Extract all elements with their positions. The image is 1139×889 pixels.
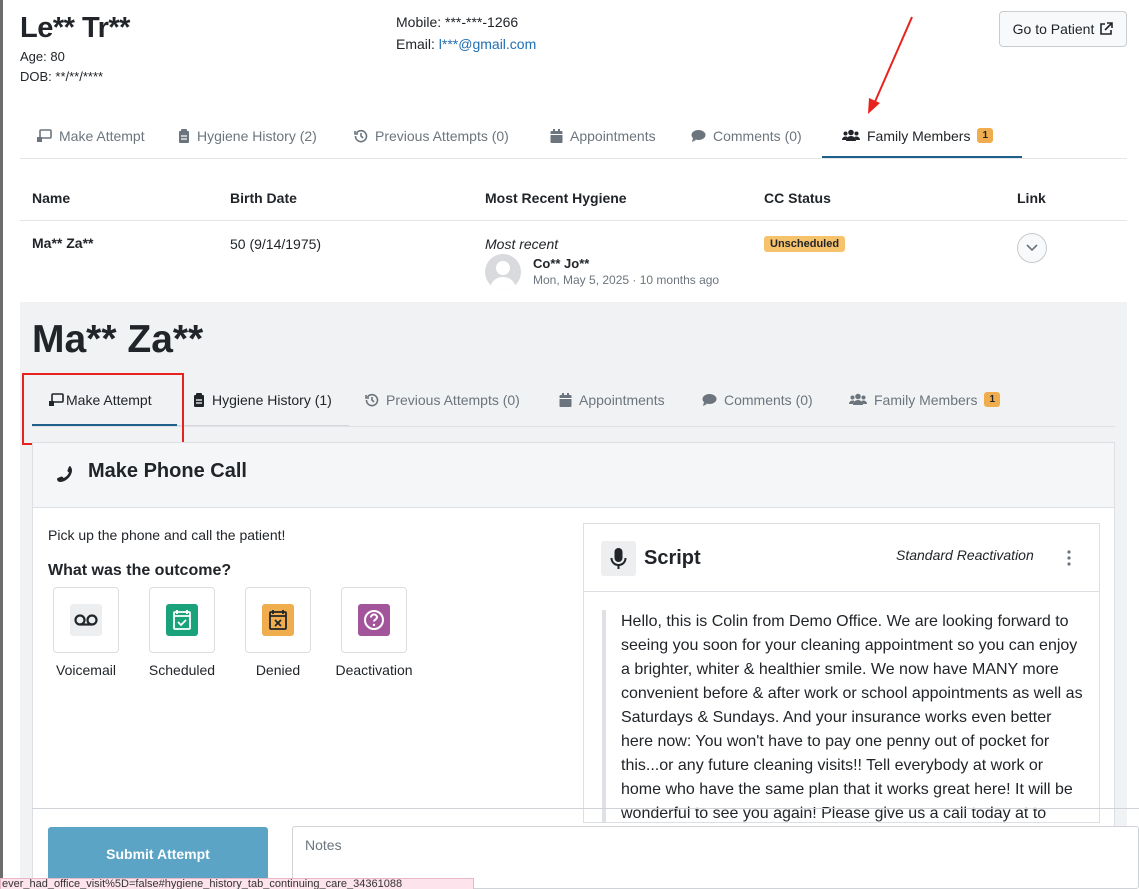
phone-desk-icon — [37, 128, 52, 142]
column-header-name[interactable]: Name — [32, 190, 70, 206]
column-header-cc-status[interactable]: CC Status — [764, 190, 831, 206]
patient-tabs: Make Attempt Hygiene History (2) Previou… — [36, 112, 1022, 159]
tab-comments[interactable]: Comments (0) — [686, 372, 833, 427]
tab-label: Hygiene History (1) — [212, 391, 332, 408]
hygiene-provider: Co** Jo** — [533, 256, 590, 271]
tab-appointments[interactable]: Appointments — [543, 372, 686, 427]
hygiene-label: Most recent — [485, 236, 559, 252]
family-member-birth-date: 50 (9/14/1975) — [230, 236, 322, 252]
patient-email: Email: l***@gmail.com — [396, 36, 536, 52]
column-header-link: Link — [1017, 190, 1046, 206]
column-header-birth-date[interactable]: Birth Date — [230, 190, 297, 206]
phone-icon — [57, 466, 72, 482]
family-count-badge: 1 — [984, 392, 1001, 407]
email-label: Email: — [396, 36, 439, 52]
clipboard-icon — [194, 392, 204, 407]
tabs-divider — [20, 158, 1127, 159]
detail-member-name: Ma** Za** — [32, 318, 204, 361]
question-icon — [358, 604, 390, 636]
tab-make-attempt[interactable]: Make Attempt — [36, 112, 178, 159]
tab-label: Make Attempt — [59, 127, 145, 144]
history-icon — [365, 393, 379, 406]
annotation-highlight-box — [22, 373, 184, 445]
tab-label: Hygiene History (2) — [197, 127, 317, 144]
tab-family-members[interactable]: Family Members 1 — [822, 112, 1022, 159]
go-to-patient-button[interactable]: Go to Patient — [999, 11, 1127, 47]
tab-comments[interactable]: Comments (0) — [691, 112, 838, 159]
status-url-bar: ever_had_office_visit%5D=false#hygiene_h… — [0, 878, 474, 889]
script-menu-button[interactable] — [1061, 548, 1077, 568]
patient-age: Age: 80 — [20, 49, 65, 64]
family-member-name: Ma** Za** — [32, 235, 94, 251]
outcome-voicemail-button[interactable] — [53, 587, 119, 653]
microphone-icon — [601, 541, 636, 576]
script-panel: Script Standard Reactivation Hello, this… — [583, 523, 1100, 823]
outcome-deactivation-button[interactable] — [341, 587, 407, 653]
go-to-patient-label: Go to Patient — [1012, 21, 1095, 37]
script-header: Script Standard Reactivation — [584, 524, 1099, 592]
voicemail-icon — [70, 604, 102, 636]
kebab-menu-icon — [1067, 550, 1071, 566]
notes-placeholder: Notes — [305, 837, 342, 853]
users-icon — [842, 129, 860, 141]
tab-label: Family Members — [874, 391, 978, 408]
tab-previous-attempts[interactable]: Previous Attempts (0) — [354, 112, 550, 159]
window-edge — [0, 0, 3, 889]
tab-label: Family Members — [867, 127, 971, 144]
script-title: Script — [644, 547, 701, 569]
tab-label: Comments (0) — [713, 127, 802, 144]
outcome-scheduled-button[interactable] — [149, 587, 215, 653]
clipboard-icon — [179, 128, 189, 143]
tab-label: Previous Attempts (0) — [375, 127, 509, 144]
status-badge: Unscheduled — [764, 236, 846, 252]
email-link[interactable]: l***@gmail.com — [439, 36, 536, 52]
history-icon — [354, 129, 368, 142]
footer-divider — [32, 808, 1139, 809]
patient-name: Le** Tr** — [20, 12, 130, 44]
outcome-voicemail-label: Voicemail — [56, 662, 116, 678]
tab-label: Appointments — [579, 391, 665, 408]
expand-row-button[interactable] — [1017, 233, 1047, 263]
script-type: Standard Reactivation — [896, 547, 1034, 563]
calendar-check-icon — [166, 604, 198, 636]
script-text: Hello, this is Colin from Demo Office. W… — [602, 610, 1086, 822]
users-icon — [849, 393, 867, 405]
chevron-down-icon — [1026, 244, 1038, 252]
tab-label: Previous Attempts (0) — [386, 391, 520, 408]
tab-appointments[interactable]: Appointments — [550, 112, 691, 159]
column-header-hygiene[interactable]: Most Recent Hygiene — [485, 190, 627, 206]
external-link-icon — [1100, 22, 1114, 35]
tab-label: Comments (0) — [724, 391, 813, 408]
hygiene-date: Mon, May 5, 2025 · 10 months ago — [533, 273, 720, 287]
outcome-deactivation-label: Deactivation — [335, 662, 413, 678]
call-instruction: Pick up the phone and call the patient! — [48, 527, 286, 543]
outcome-scheduled-label: Scheduled — [148, 662, 216, 678]
calendar-x-icon — [262, 604, 294, 636]
calendar-icon — [550, 128, 563, 143]
tab-hygiene-history[interactable]: Hygiene History (1) — [177, 372, 349, 427]
tab-previous-attempts[interactable]: Previous Attempts (0) — [349, 372, 543, 427]
tab-hygiene-history[interactable]: Hygiene History (2) — [178, 112, 354, 159]
outcome-denied-button[interactable] — [245, 587, 311, 653]
calendar-icon — [559, 392, 572, 407]
tab-family-members[interactable]: Family Members 1 — [833, 372, 1008, 427]
patient-mobile: Mobile: ***-***-1266 — [396, 14, 519, 30]
table-header-divider — [20, 220, 1127, 221]
patient-dob: DOB: **/**/**** — [20, 69, 104, 84]
avatar — [485, 254, 521, 290]
family-count-badge: 1 — [977, 128, 994, 143]
comment-icon — [702, 394, 717, 406]
outcome-denied-label: Denied — [255, 662, 301, 678]
comment-icon — [691, 130, 706, 142]
card-title: Make Phone Call — [88, 460, 247, 482]
detail-tabs-divider — [32, 426, 1115, 427]
outcome-question: What was the outcome? — [48, 562, 232, 579]
tab-label: Appointments — [570, 127, 656, 144]
